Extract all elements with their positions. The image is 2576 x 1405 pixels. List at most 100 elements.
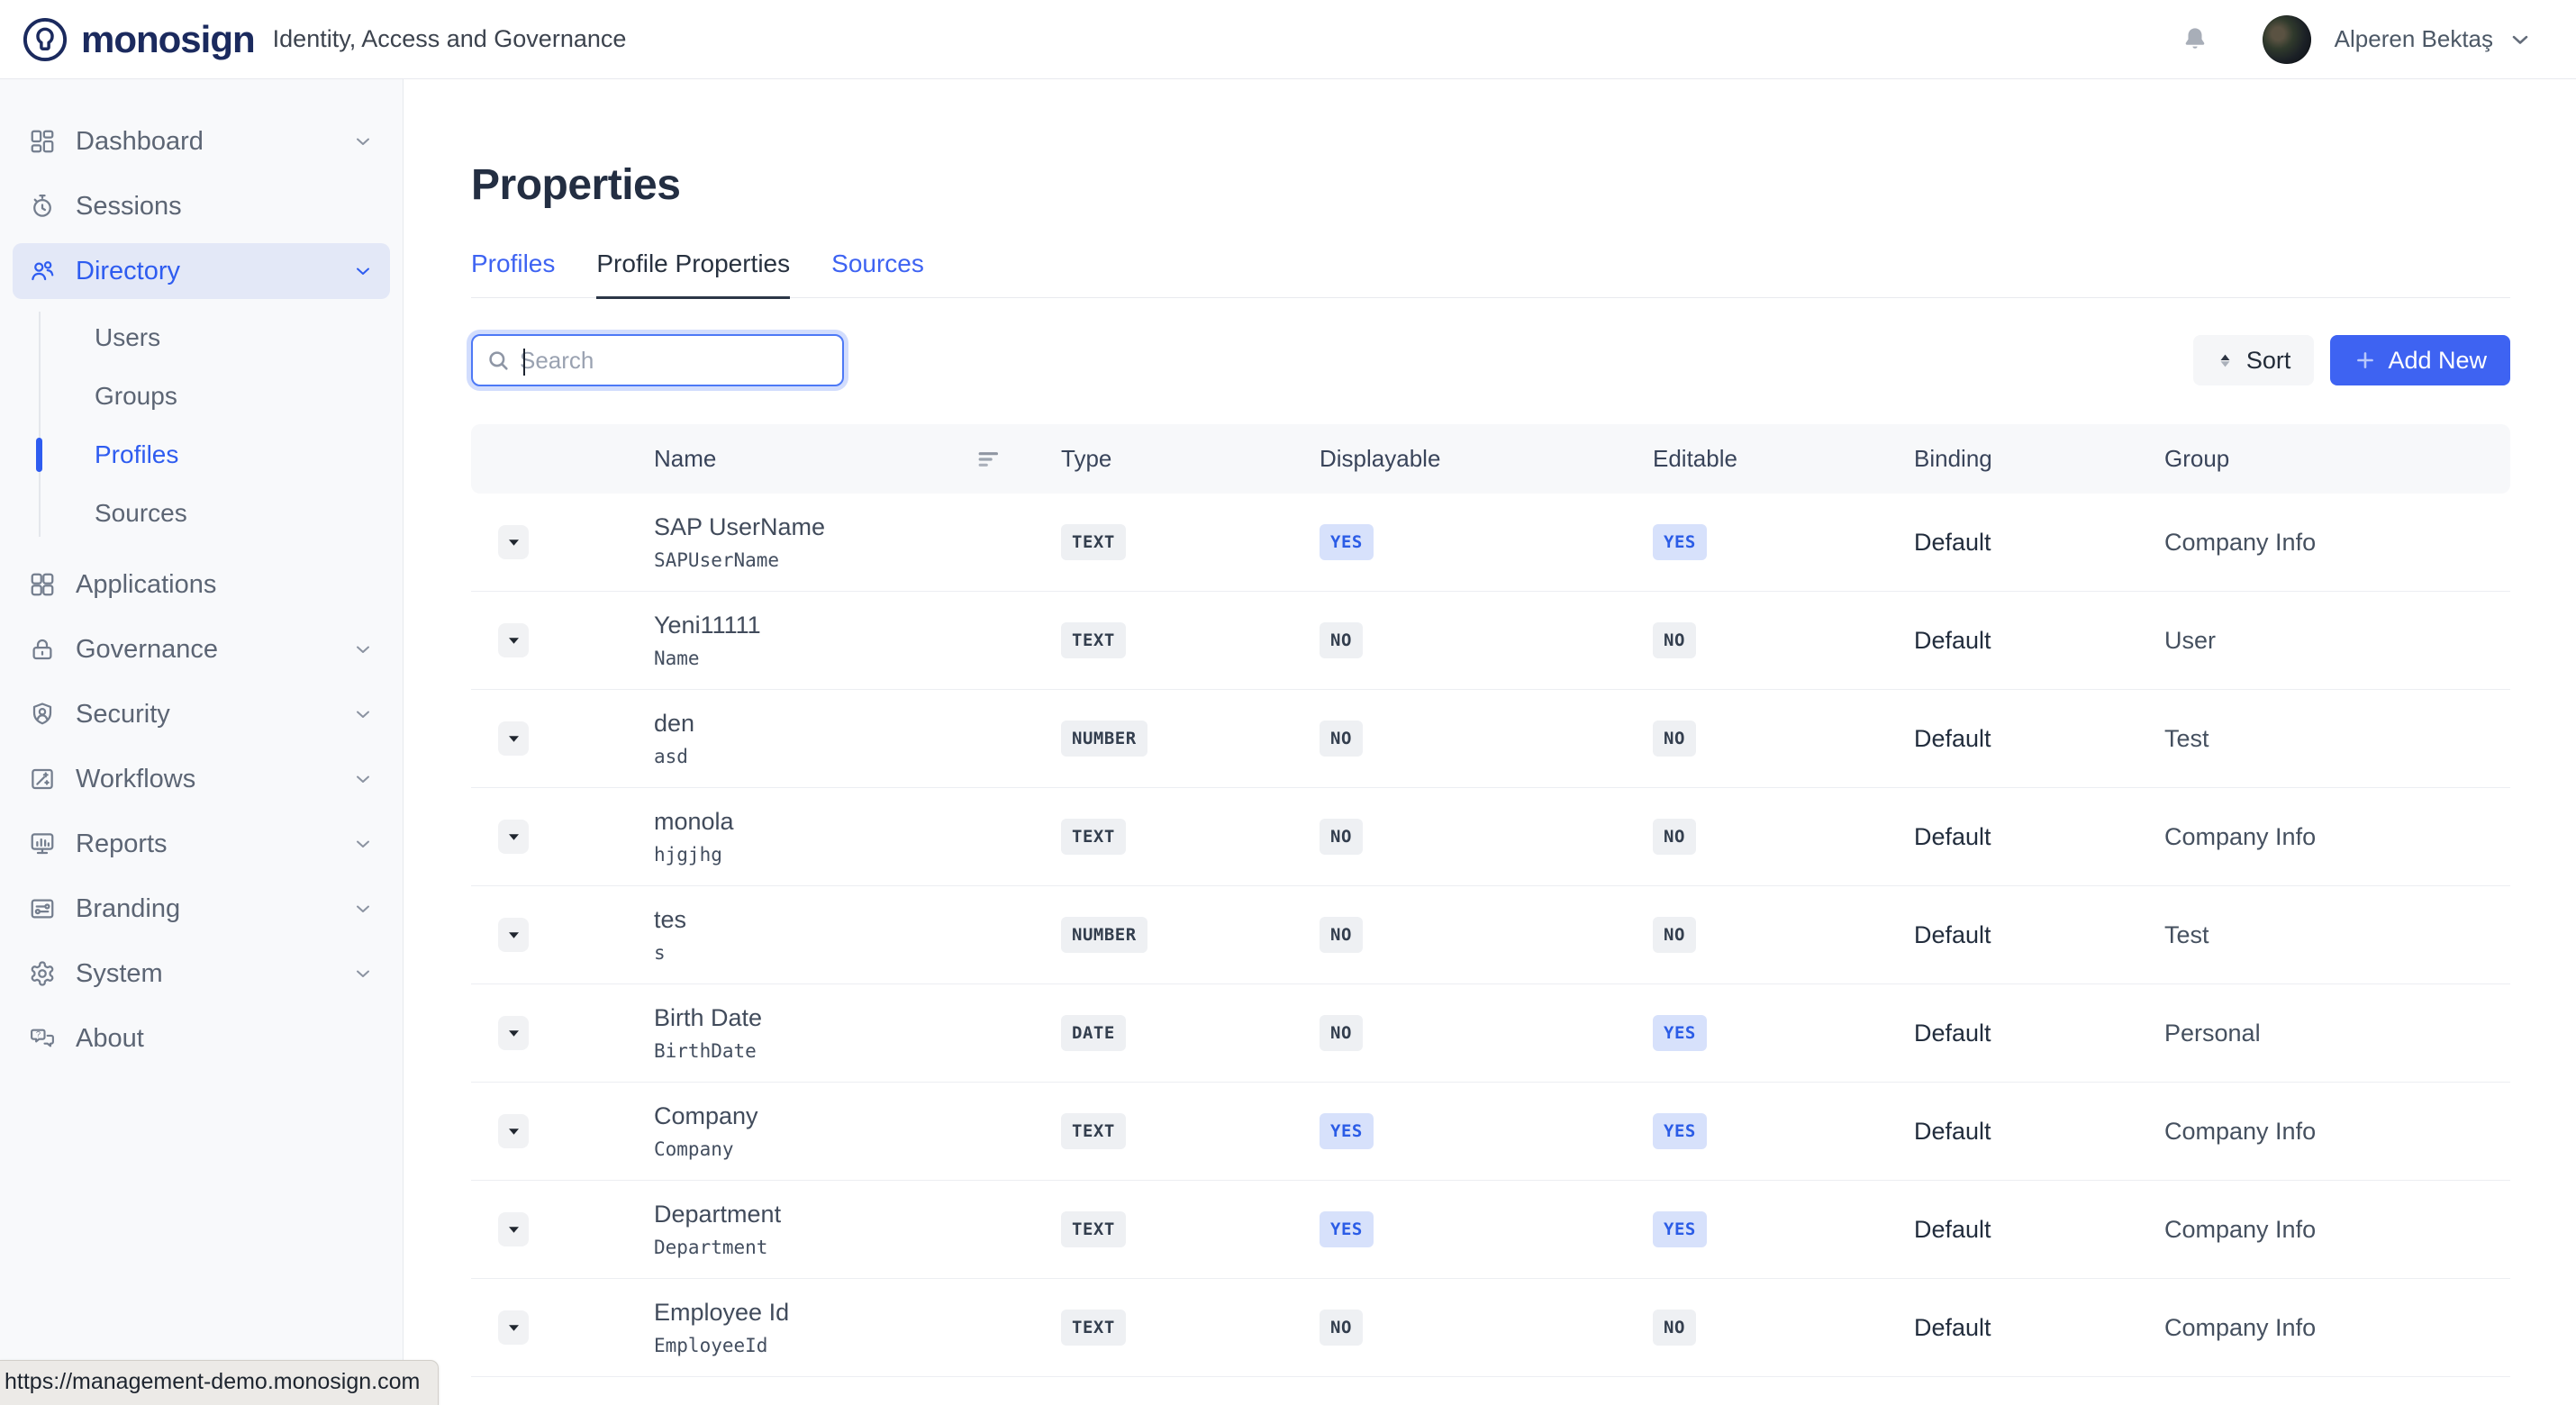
sidebar-item-sources[interactable]: Sources xyxy=(0,484,403,542)
row-expand-button[interactable] xyxy=(498,1212,529,1246)
caret-down-icon xyxy=(508,637,520,645)
binding-value: Default xyxy=(1914,1216,2164,1244)
group-value: Personal xyxy=(2164,1020,2510,1047)
topbar: monosign Identity, Access and Governance… xyxy=(0,0,2576,79)
sort-button[interactable]: Sort xyxy=(2193,335,2315,385)
type-badge: TEXT xyxy=(1061,622,1126,658)
sidebar-item-sessions[interactable]: Sessions xyxy=(13,178,390,234)
user-menu-chevron-icon[interactable] xyxy=(2508,27,2533,52)
sidebar-item-groups[interactable]: Groups xyxy=(0,367,403,425)
sidebar-item-reports[interactable]: Reports xyxy=(13,816,390,872)
row-expand-button[interactable] xyxy=(498,918,529,952)
sidebar-item-label: Groups xyxy=(95,382,177,411)
caret-down-icon xyxy=(508,833,520,841)
sidebar-item-system[interactable]: System xyxy=(13,946,390,1002)
directory-children: Users Groups Profiles Sources xyxy=(0,308,403,542)
table-row: den asd NUMBER NO NO Default Test xyxy=(471,690,2510,788)
row-expand-button[interactable] xyxy=(498,820,529,854)
property-name: monola xyxy=(654,808,1061,836)
sliders-icon xyxy=(29,895,56,922)
sidebar-item-label: Branding xyxy=(76,894,180,924)
property-name: Department xyxy=(654,1201,1061,1228)
row-expand-button[interactable] xyxy=(498,1114,529,1148)
displayable-badge: NO xyxy=(1320,819,1363,855)
table-row: tes s NUMBER NO NO Default Test xyxy=(471,886,2510,984)
notification-bell-icon[interactable] xyxy=(2180,24,2210,55)
type-badge: NUMBER xyxy=(1061,917,1147,953)
tab-profiles[interactable]: Profiles xyxy=(471,249,555,297)
sidebar-item-label: Dashboard xyxy=(76,127,204,157)
editable-badge: YES xyxy=(1653,1211,1707,1247)
displayable-badge: YES xyxy=(1320,1113,1374,1149)
svg-text:?: ? xyxy=(36,1029,41,1038)
editable-badge: NO xyxy=(1653,721,1696,757)
property-name: Birth Date xyxy=(654,1004,1061,1032)
tab-profile-properties[interactable]: Profile Properties xyxy=(596,249,790,299)
caret-down-icon xyxy=(508,1324,520,1332)
group-value: User xyxy=(2164,627,2510,655)
sidebar-item-governance[interactable]: Governance xyxy=(13,621,390,677)
row-expand-button[interactable] xyxy=(498,1310,529,1345)
property-name: tes xyxy=(654,906,1061,934)
type-badge: TEXT xyxy=(1061,819,1126,855)
caret-down-icon xyxy=(508,1226,520,1234)
sidebar-item-users[interactable]: Users xyxy=(0,308,403,367)
column-header-name: Name xyxy=(654,445,716,473)
row-expand-button[interactable] xyxy=(498,721,529,756)
chevron-down-icon xyxy=(352,898,374,920)
group-value: Test xyxy=(2164,921,2510,949)
property-name: Yeni11111 xyxy=(654,612,1061,639)
user-name: Alperen Bektaş xyxy=(2335,25,2493,53)
sidebar-item-workflows[interactable]: Workflows xyxy=(13,751,390,807)
plus-icon xyxy=(2354,349,2377,372)
chevron-down-icon xyxy=(352,639,374,660)
group-value: Company Info xyxy=(2164,1314,2510,1342)
property-key: Department xyxy=(654,1237,1061,1258)
link-preview-tooltip: https://management-demo.monosign.com xyxy=(0,1360,439,1405)
tab-sources[interactable]: Sources xyxy=(831,249,924,297)
binding-value: Default xyxy=(1914,823,2164,851)
binding-value: Default xyxy=(1914,1314,2164,1342)
caret-down-icon xyxy=(508,735,520,743)
tabs: Profiles Profile Properties Sources xyxy=(471,249,2510,298)
property-key: SAPUserName xyxy=(654,549,1061,571)
monosign-logo-icon xyxy=(22,16,68,63)
property-name: den xyxy=(654,710,1061,738)
table-header: Name Type Displayable Editable Binding G… xyxy=(471,424,2510,494)
grid-icon xyxy=(29,571,56,598)
column-header-displayable: Displayable xyxy=(1320,445,1653,473)
user-avatar[interactable] xyxy=(2263,15,2311,64)
chevron-down-icon xyxy=(352,768,374,790)
sidebar-item-directory[interactable]: Directory xyxy=(13,243,390,299)
group-value: Company Info xyxy=(2164,1216,2510,1244)
row-expand-button[interactable] xyxy=(498,1016,529,1050)
sidebar: Dashboard Sessions Directory Users xyxy=(0,79,404,1405)
sidebar-item-about[interactable]: ? About xyxy=(13,1011,390,1066)
sidebar-item-profiles[interactable]: Profiles xyxy=(0,425,403,484)
brand: monosign Identity, Access and Governance xyxy=(22,16,626,63)
group-value: Company Info xyxy=(2164,529,2510,557)
caret-down-icon xyxy=(508,1029,520,1038)
column-header-type: Type xyxy=(1061,445,1320,473)
stopwatch-icon xyxy=(29,193,56,220)
property-key: s xyxy=(654,942,1061,964)
property-key: EmployeeId xyxy=(654,1335,1061,1356)
row-expand-button[interactable] xyxy=(498,525,529,559)
add-new-button[interactable]: Add New xyxy=(2330,335,2510,385)
sidebar-item-branding[interactable]: Branding xyxy=(13,881,390,937)
property-key: BirthDate xyxy=(654,1040,1061,1062)
group-value: Company Info xyxy=(2164,823,2510,851)
sidebar-item-security[interactable]: Security xyxy=(13,686,390,742)
report-chart-icon xyxy=(29,830,56,857)
caret-down-icon xyxy=(508,931,520,939)
table-row: SAP UserName SAPUserName TEXT YES YES De… xyxy=(471,494,2510,592)
sort-bars-icon[interactable] xyxy=(976,448,1002,471)
displayable-badge: NO xyxy=(1320,1310,1363,1346)
sidebar-item-applications[interactable]: Applications xyxy=(13,557,390,612)
dashboard-icon xyxy=(29,128,56,155)
row-expand-button[interactable] xyxy=(498,623,529,657)
search-input[interactable] xyxy=(520,347,830,375)
property-name: Company xyxy=(654,1102,1061,1130)
sidebar-item-dashboard[interactable]: Dashboard xyxy=(13,113,390,169)
binding-value: Default xyxy=(1914,1020,2164,1047)
